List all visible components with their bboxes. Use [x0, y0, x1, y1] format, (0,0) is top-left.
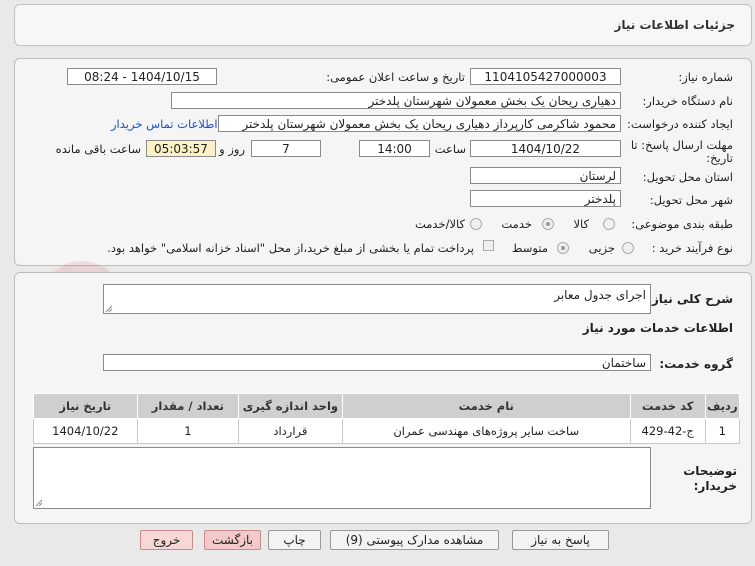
col-need-date: تاریخ نیاز: [33, 393, 138, 419]
province-label: استان محل تحویل:: [642, 170, 733, 184]
buyer-org-label: نام دستگاه خریدار:: [642, 94, 733, 108]
back-button[interactable]: بازگشت: [204, 530, 261, 550]
category-option-goods: کالا: [573, 217, 589, 231]
cell-service-name: ساخت سایر پروژه‌های مهندسی عمران: [341, 418, 631, 444]
col-service-code: کد خدمت: [629, 393, 706, 419]
deadline-time-label: ساعت: [434, 142, 466, 156]
cell-need-date: 1404/10/22: [33, 418, 138, 444]
description-label: شرح کلی نیاز:: [647, 292, 733, 306]
reply-button[interactable]: پاسخ به نیاز: [512, 530, 609, 550]
page-title: جزئیات اطلاعات نیاز: [614, 18, 735, 32]
category-radio-goods[interactable]: [603, 218, 615, 230]
exit-button[interactable]: خروج: [140, 530, 193, 550]
buyer-org-field: دهیاری ریحان یک بخش معمولان شهرستان پلدخ…: [171, 92, 621, 109]
print-button[interactable]: چاپ: [268, 530, 321, 550]
deadline-time-field: 14:00: [359, 140, 430, 157]
process-radio-minor[interactable]: [622, 242, 634, 254]
cell-quantity: 1: [136, 418, 240, 444]
table-header-row: ردیف کد خدمت نام خدمت واحد اندازه گیری ت…: [33, 393, 741, 419]
cell-unit: قرارداد: [238, 418, 343, 444]
col-quantity: تعداد / مقدار: [136, 393, 240, 419]
announce-date-label: تاریخ و ساعت اعلان عمومی:: [326, 70, 465, 84]
category-radio-goods-service[interactable]: [470, 218, 482, 230]
attachments-button[interactable]: مشاهده مدارک پیوستی (9): [330, 530, 499, 550]
col-row-number: ردیف: [704, 393, 741, 419]
buyer-contact-link[interactable]: اطلاعات تماس خریدار: [111, 117, 218, 131]
cell-row-number: 1: [704, 418, 741, 444]
cell-service-code: ج-42-429: [629, 418, 706, 444]
category-label: طبقه بندی موضوعی:: [631, 217, 733, 231]
col-unit: واحد اندازه گیری: [238, 393, 343, 419]
process-label: نوع فرآیند خرید :: [651, 241, 733, 255]
table-row: 1 ج-42-429 ساخت سایر پروژه‌های مهندسی عم…: [33, 418, 741, 444]
services-table: ردیف کد خدمت نام خدمت واحد اندازه گیری ت…: [33, 393, 741, 444]
need-details-panel: [14, 58, 752, 266]
page-header: جزئیات اطلاعات نیاز: [14, 4, 752, 46]
need-number-field: 1104105427000003: [470, 68, 621, 85]
category-option-goods-service: کالا/خدمت: [414, 217, 465, 231]
deadline-label: مهلت ارسال پاسخ: تا: [630, 138, 733, 152]
city-label: شهر محل تحویل:: [649, 193, 733, 207]
buyer-notes-label-2: خریدار:: [693, 479, 737, 493]
days-field: 7: [251, 140, 321, 157]
services-section-title: اطلاعات خدمات مورد نیاز: [582, 321, 733, 335]
creator-label: ایجاد کننده درخواست:: [627, 117, 733, 131]
service-group-field: ساختمان: [103, 354, 651, 371]
category-option-service: خدمت: [501, 217, 532, 231]
province-field: لرستان: [470, 167, 621, 184]
process-option-minor: جزیی: [588, 241, 615, 255]
remaining-time-label: ساعت باقی مانده: [55, 142, 141, 156]
treasury-payment-note: پرداخت تمام یا بخشی از مبلغ خرید،از محل …: [107, 241, 474, 255]
col-service-name: نام خدمت: [341, 393, 631, 419]
buyer-notes-label: توضیحات: [683, 464, 737, 478]
resize-grip-icon[interactable]: [35, 499, 43, 507]
category-radio-service[interactable]: [542, 218, 554, 230]
resize-grip-icon[interactable]: [105, 305, 113, 313]
remaining-time-field: 05:03:57: [146, 140, 216, 157]
buyer-notes-field[interactable]: [33, 447, 651, 509]
announce-date-field: 1404/10/15 - 08:24: [67, 68, 217, 85]
treasury-payment-checkbox[interactable]: [483, 240, 494, 251]
deadline-date-label: تاریخ:: [706, 151, 733, 165]
service-group-label: گروه خدمت:: [659, 357, 733, 371]
description-field: اجرای جدول معابر: [103, 284, 651, 314]
days-label: روز و: [219, 142, 245, 156]
creator-field: محمود شاکرمی کارپرداز دهیاری ریحان یک بخ…: [218, 115, 621, 132]
deadline-date-field: 1404/10/22: [470, 140, 621, 157]
need-number-label: شماره نیاز:: [678, 70, 733, 84]
process-option-medium: متوسط: [511, 241, 548, 255]
process-radio-medium[interactable]: [557, 242, 569, 254]
city-field: پلدختر: [470, 190, 621, 207]
